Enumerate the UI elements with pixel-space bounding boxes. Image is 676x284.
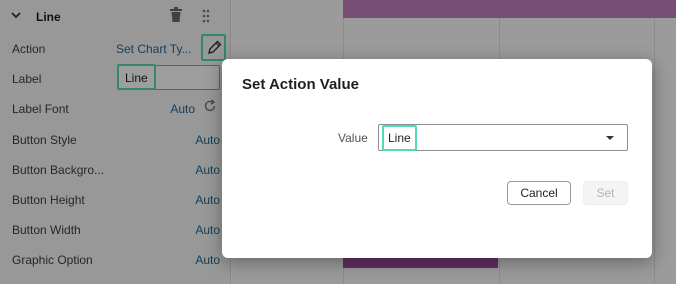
set-button[interactable]: Set [583,181,628,205]
value-highlight [382,125,417,151]
chevron-down-icon[interactable] [606,136,614,140]
value-field-label: Value [338,131,368,145]
cancel-button[interactable]: Cancel [507,181,571,205]
dialog-title: Set Action Value [242,76,359,93]
set-action-value-dialog: Set Action Value Value Line Cancel Set [222,59,652,258]
